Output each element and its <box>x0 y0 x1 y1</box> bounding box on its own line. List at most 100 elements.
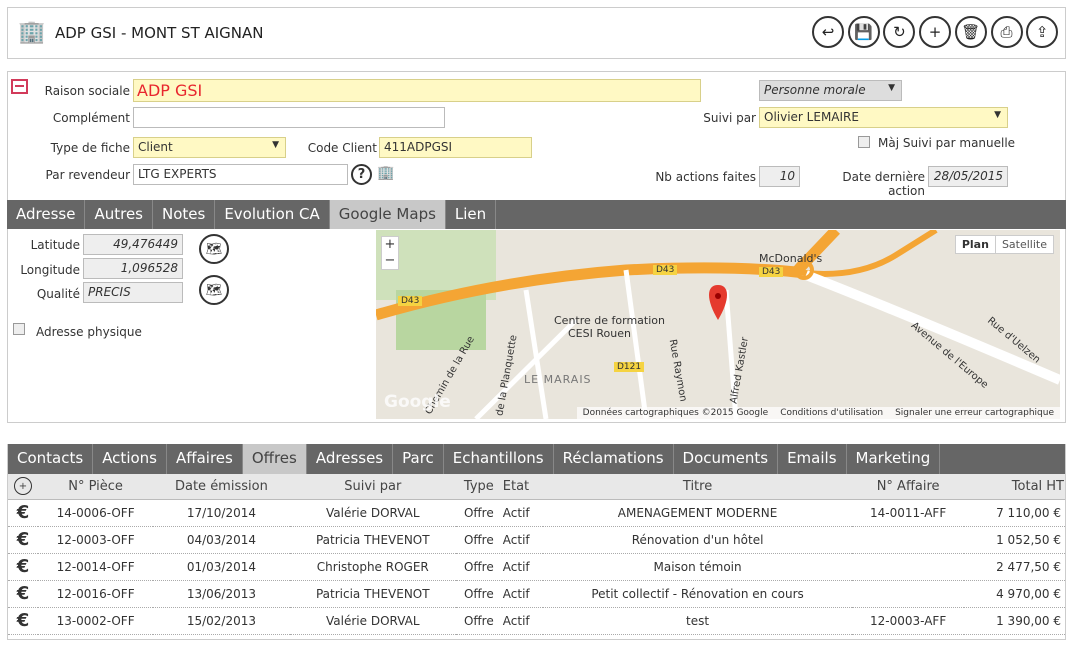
map-label: D43 <box>653 265 678 275</box>
table-cell: 15/02/2013 <box>153 607 290 635</box>
zoom-in-button[interactable]: + <box>382 237 398 253</box>
table-cell: Offre <box>455 499 502 527</box>
table-cell: 1 052,50 € <box>964 526 1065 554</box>
tab-contacts[interactable]: Contacts <box>8 444 94 474</box>
complement-input[interactable] <box>133 107 445 128</box>
map-report-link[interactable]: Signaler une erreur cartographique <box>895 408 1054 418</box>
type-fiche-label: Type de fiche <box>50 141 130 155</box>
tab-parc[interactable]: Parc <box>393 444 444 474</box>
column-header[interactable]: Type <box>455 474 502 500</box>
table-row[interactable]: €14-0006-OFF 17/10/2014 Valérie DORVAL Offr… <box>8 499 1065 527</box>
tab-adresses[interactable]: Adresses <box>307 444 394 474</box>
tab-actions[interactable]: Actions <box>93 444 167 474</box>
column-header[interactable]: Total HT <box>964 474 1065 500</box>
suivi-select[interactable]: Olivier LEMAIRE ▼ <box>759 107 1008 128</box>
add-offre-icon[interactable]: + <box>14 477 32 496</box>
tab-lien[interactable]: Lien <box>446 200 497 229</box>
delete-button[interactable]: 🗑 <box>954 16 987 48</box>
table-cell: 01/03/2014 <box>153 553 290 581</box>
help-icon[interactable]: ? <box>351 164 372 185</box>
map-satellite-button[interactable]: Satellite <box>994 236 1053 253</box>
column-header[interactable]: N° Pièce <box>38 474 154 500</box>
table-row[interactable]: €13-0002-OFF 15/02/2013 Valérie DORVAL Offr… <box>8 607 1065 635</box>
maj-checkbox[interactable] <box>858 136 870 148</box>
type-fiche-select[interactable]: Client ▼ <box>133 137 286 158</box>
tab-emails[interactable]: Emails <box>778 444 847 474</box>
personne-select[interactable]: Personne morale ▼ <box>759 80 902 101</box>
maj-label: Màj Suivi par manuelle <box>878 136 1016 150</box>
table-cell: Valérie DORVAL <box>289 499 456 527</box>
map-label: D43 <box>759 267 784 277</box>
save-button[interactable]: 💾 <box>847 16 880 48</box>
type-fiche-value: Client <box>138 140 173 154</box>
euro-icon: € <box>8 580 38 608</box>
tab-adresse[interactable]: Adresse <box>7 200 86 229</box>
tab-echantillons[interactable]: Echantillons <box>444 444 554 474</box>
zoom-out-button[interactable]: − <box>382 253 398 269</box>
back-button[interactable]: ↩ <box>812 16 844 48</box>
map-terms-link[interactable]: Conditions d'utilisation <box>780 408 883 418</box>
table-cell: 12-0016-OFF <box>38 580 154 608</box>
tab-documents[interactable]: Documents <box>674 444 779 474</box>
export-button[interactable]: ⇪ <box>1026 16 1059 48</box>
adresse-physique-checkbox[interactable] <box>13 323 25 335</box>
table-cell: Offre <box>455 553 502 581</box>
table-cell: 14-0006-OFF <box>38 499 154 527</box>
building-icon[interactable]: 🏢 <box>377 165 394 181</box>
tab-affaires[interactable]: Affaires <box>167 444 243 474</box>
column-header[interactable]: Titre <box>543 474 852 500</box>
building-icon: 🏢 <box>18 20 46 45</box>
table-cell: 13-0002-OFF <box>38 607 154 635</box>
longitude-value: 1,096528 <box>83 258 183 279</box>
table-cell: Christophe ROGER <box>289 553 456 581</box>
map-plan-button[interactable]: Plan <box>956 236 995 253</box>
tab-offres[interactable]: Offres <box>242 444 307 474</box>
map-copyright: Données cartographiques ©2015 Google <box>582 408 769 418</box>
page-title: ADP GSI - MONT ST AIGNAN <box>55 24 264 42</box>
tab-notes[interactable]: Notes <box>153 200 216 229</box>
table-cell <box>851 553 965 581</box>
column-header[interactable]: N° Affaire <box>851 474 965 500</box>
tab-autres[interactable]: Autres <box>85 200 153 229</box>
longitude-label: Longitude <box>20 263 80 277</box>
euro-icon: € <box>8 553 38 581</box>
table-cell: 17/10/2014 <box>153 499 290 527</box>
dropdown-arrow-icon: ▼ <box>888 83 895 93</box>
offres-table: + N° Pièce Date émission Suivi par Type Etat T… <box>8 474 1065 635</box>
tab-r-clamations[interactable]: Réclamations <box>554 444 674 474</box>
code-client-label: Code Client <box>307 141 377 155</box>
column-header[interactable]: Suivi par <box>289 474 456 500</box>
raison-sociale-input[interactable]: ADP GSI <box>133 79 701 102</box>
map-canvas <box>376 230 1060 419</box>
print-button[interactable]: ⎙ <box>990 16 1023 48</box>
table-cell: Actif <box>501 526 544 554</box>
new-document-button[interactable]: + <box>919 16 952 48</box>
code-client-input[interactable]: 411ADPGSI <box>379 137 532 158</box>
table-cell: 7 110,00 € <box>964 499 1065 527</box>
google-logo: Google <box>384 392 451 412</box>
qualite-label: Qualité <box>36 287 80 301</box>
revendeur-label: Par revendeur <box>45 168 130 182</box>
adresse-physique-label: Adresse physique <box>36 325 142 339</box>
collapse-icon[interactable] <box>11 79 28 94</box>
column-header[interactable]: Etat <box>501 474 544 500</box>
tab-evolution-ca[interactable]: Evolution CA <box>215 200 330 229</box>
tab-google-maps[interactable]: Google Maps <box>329 200 446 229</box>
tab-marketing[interactable]: Marketing <box>847 444 941 474</box>
table-row[interactable]: €12-0016-OFF 13/06/2013 Patricia THEVENOT O… <box>8 580 1065 608</box>
geocode-map-icon[interactable]: 🗺 <box>199 275 229 305</box>
table-cell: Petit collectif - Rénovation en cours <box>543 580 852 608</box>
google-map[interactable]: D43 D43 D43 McDonald's Centre de formati… <box>376 230 1060 419</box>
table-cell: Maison témoin <box>543 553 852 581</box>
detail-tabs: Adresse Autres Notes Evolution CA Google Map… <box>7 200 1066 229</box>
table-cell: Patricia THEVENOT <box>289 580 456 608</box>
suivi-label: Suivi par <box>703 111 756 125</box>
map-label: CESI Rouen <box>568 327 631 340</box>
table-row[interactable]: €12-0003-OFF 04/03/2014 Patricia THEVENOT O… <box>8 526 1065 554</box>
column-header[interactable]: Date émission <box>153 474 290 500</box>
table-cell: AMENAGEMENT MODERNE <box>543 499 852 527</box>
table-row[interactable]: €12-0014-OFF 01/03/2014 Christophe ROGER Of… <box>8 553 1065 581</box>
geocode-map-icon[interactable]: 🗺 <box>199 234 229 264</box>
revendeur-input[interactable]: LTG EXPERTS <box>133 164 348 185</box>
euro-icon: € <box>8 607 38 635</box>
